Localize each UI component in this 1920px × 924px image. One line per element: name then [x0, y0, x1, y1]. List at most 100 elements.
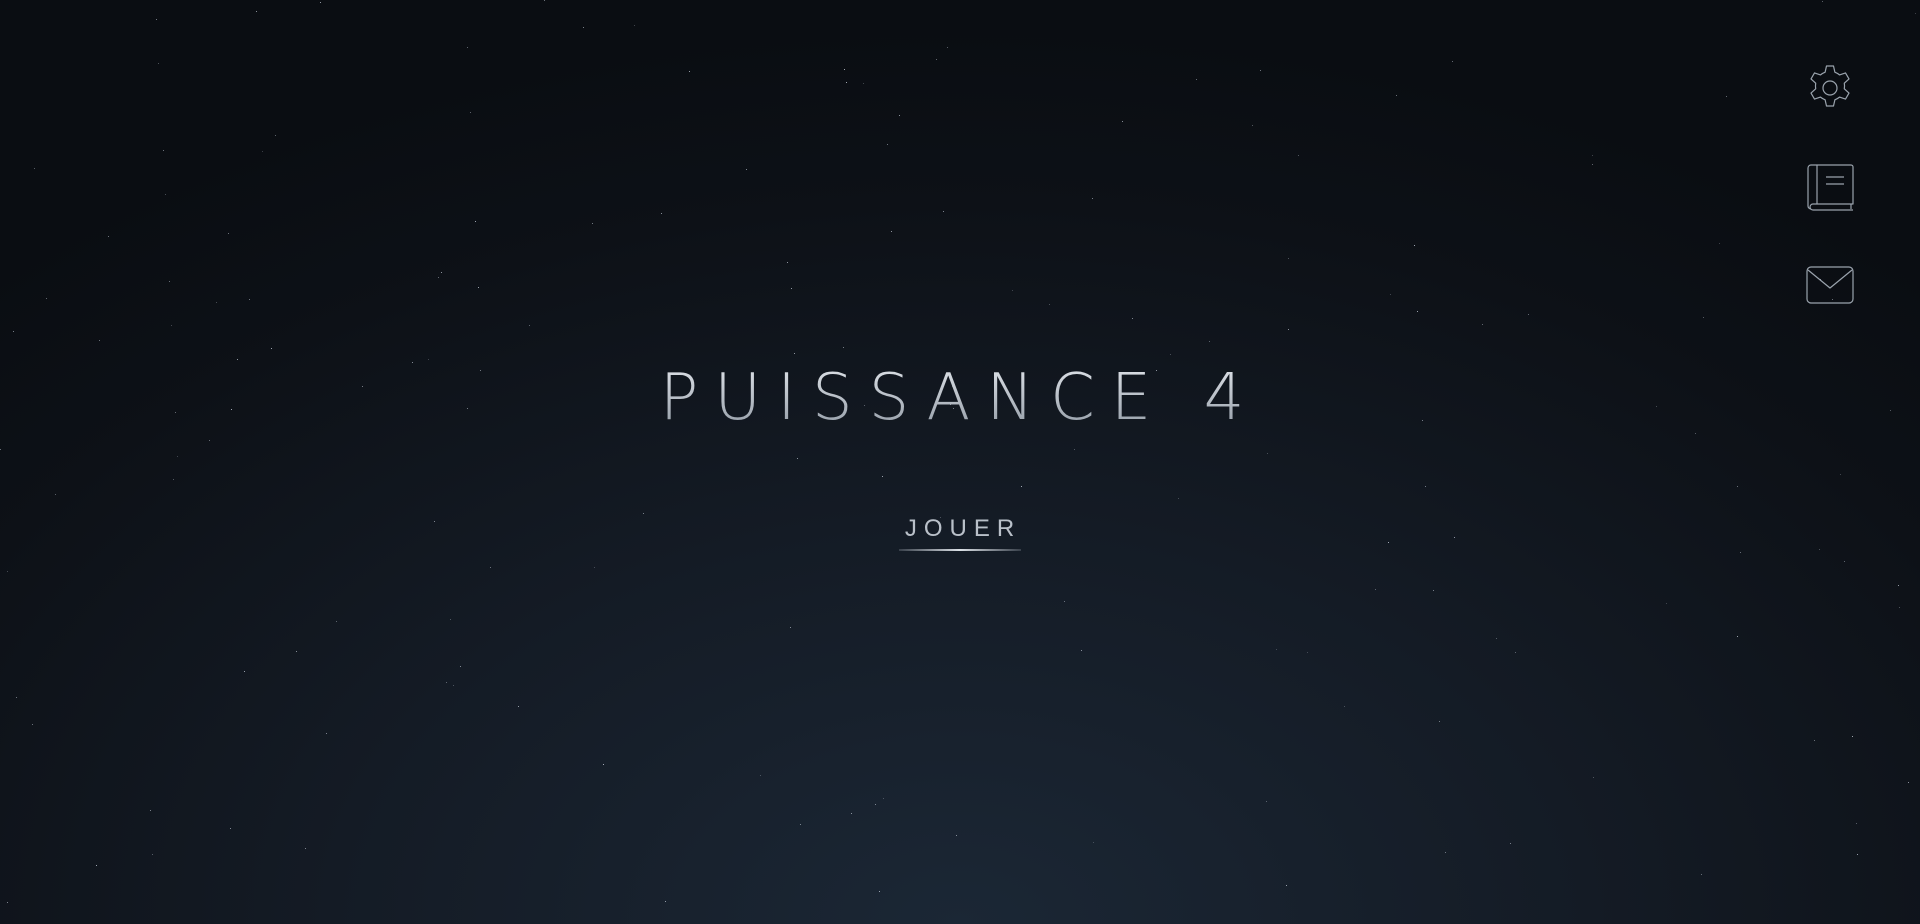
star [887, 144, 888, 145]
star [13, 331, 14, 332]
star [490, 567, 491, 568]
play-button-underline [898, 549, 1022, 551]
star [1267, 453, 1268, 454]
star [244, 671, 245, 672]
star [467, 47, 468, 48]
star [271, 348, 272, 349]
star [249, 299, 250, 300]
star [947, 47, 948, 48]
star [1122, 121, 1123, 122]
star [1260, 70, 1261, 71]
star [956, 835, 957, 836]
star [1452, 61, 1453, 62]
star [1840, 474, 1841, 475]
star [794, 353, 795, 354]
star [453, 685, 454, 686]
star [1288, 258, 1289, 259]
star [438, 277, 439, 278]
star [891, 231, 892, 232]
star [336, 621, 337, 622]
star [797, 458, 798, 459]
star [1081, 650, 1082, 651]
star [787, 262, 788, 263]
star [1196, 79, 1197, 80]
star [262, 151, 263, 152]
star [594, 567, 595, 568]
star [1852, 736, 1853, 737]
star [32, 724, 33, 725]
star [1396, 95, 1397, 96]
star [1074, 449, 1075, 450]
star [634, 25, 635, 26]
star [173, 479, 174, 480]
star [1592, 155, 1593, 156]
star [1266, 801, 1267, 802]
star [665, 901, 666, 902]
star [800, 824, 801, 825]
star [936, 59, 937, 60]
star [150, 810, 151, 811]
star [1344, 706, 1345, 707]
star [1496, 638, 1497, 639]
star [1276, 649, 1277, 650]
star [156, 19, 157, 20]
star [34, 168, 35, 169]
star [1375, 589, 1376, 590]
star [1666, 603, 1667, 604]
star [1433, 590, 1434, 591]
star [1021, 486, 1022, 487]
play-button[interactable]: JOUER [898, 515, 1022, 551]
star [1439, 721, 1440, 722]
star [1049, 304, 1050, 305]
star [518, 706, 519, 707]
star [1170, 354, 1171, 355]
star [846, 82, 847, 83]
star [108, 236, 109, 237]
star [1915, 13, 1916, 14]
star [1092, 198, 1093, 199]
star [1414, 245, 1415, 246]
book-icon [1807, 164, 1854, 211]
star [1899, 607, 1900, 608]
star [99, 340, 100, 341]
star [529, 325, 530, 326]
star [851, 813, 852, 814]
star [1737, 486, 1738, 487]
star [152, 854, 153, 855]
star [1307, 652, 1308, 653]
star [943, 211, 944, 212]
rules-button[interactable] [1804, 161, 1856, 213]
star [441, 272, 442, 273]
star [1593, 777, 1594, 778]
star [843, 347, 844, 348]
star [158, 63, 159, 64]
star [882, 476, 883, 477]
star [470, 112, 471, 113]
star [844, 69, 845, 70]
star [883, 798, 884, 799]
star [863, 83, 864, 84]
star [1298, 155, 1299, 156]
star [209, 440, 210, 441]
gear-icon [1810, 65, 1850, 107]
star [544, 0, 545, 1]
star [1093, 842, 1094, 843]
contact-button[interactable] [1804, 260, 1856, 312]
star [7, 571, 8, 572]
star [1701, 874, 1702, 875]
star [169, 281, 170, 282]
star [478, 287, 479, 288]
settings-button[interactable] [1804, 62, 1856, 114]
star [1178, 498, 1179, 499]
star [256, 11, 257, 12]
star [1726, 96, 1727, 97]
star [177, 456, 178, 457]
star [1515, 652, 1516, 653]
star [446, 682, 447, 683]
star [46, 298, 47, 299]
star [583, 27, 584, 28]
star [1908, 782, 1909, 783]
star [1482, 324, 1483, 325]
play-button-label: JOUER [904, 515, 1022, 542]
star [760, 775, 761, 776]
